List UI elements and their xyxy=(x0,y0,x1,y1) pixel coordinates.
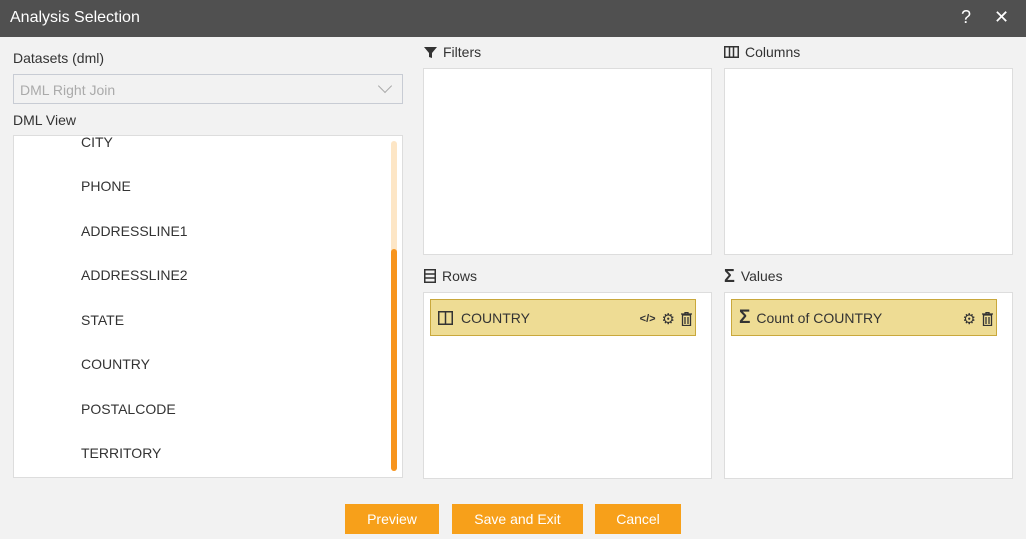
title-bar: Analysis Selection ? ✕ xyxy=(0,0,1026,37)
value-chip-count-country[interactable]: Σ Count of COUNTRY ⚙ xyxy=(731,299,997,336)
columns-icon xyxy=(724,46,739,58)
filters-header: Filters xyxy=(424,44,481,60)
filter-icon xyxy=(424,46,437,58)
rows-drop-zone[interactable]: COUNTRY </> ⚙ xyxy=(423,292,712,479)
code-icon[interactable]: </> xyxy=(640,313,656,325)
values-label: Values xyxy=(740,268,783,284)
list-item[interactable]: POSTALCODE xyxy=(81,401,176,417)
list-item[interactable]: PHONE xyxy=(81,178,131,194)
list-item[interactable]: ADDRESSLINE1 xyxy=(81,223,188,239)
filters-label: Filters xyxy=(443,44,482,60)
values-drop-zone[interactable]: Σ Count of COUNTRY ⚙ xyxy=(724,292,1013,479)
chip-label: COUNTRY xyxy=(461,309,530,326)
column-icon xyxy=(438,310,453,325)
list-item[interactable]: CITY xyxy=(81,136,113,150)
datasets-label: Datasets (dml) xyxy=(13,50,105,66)
gear-icon[interactable]: ⚙ xyxy=(963,310,976,328)
rows-header: Rows xyxy=(424,268,477,284)
scrollbar-thumb[interactable] xyxy=(391,249,397,471)
columns-drop-zone[interactable] xyxy=(724,68,1013,255)
sigma-icon: Σ xyxy=(739,306,751,328)
list-item[interactable]: TERRITORY xyxy=(81,445,161,461)
scrollbar-track[interactable] xyxy=(391,141,397,471)
rows-icon xyxy=(424,269,436,283)
trash-icon[interactable] xyxy=(681,312,692,326)
dialog-title: Analysis Selection xyxy=(10,9,140,26)
preview-button[interactable]: Preview xyxy=(345,504,439,534)
cancel-button[interactable]: Cancel xyxy=(595,504,681,534)
sigma-icon: Σ xyxy=(724,266,735,286)
chip-label: Count of COUNTRY xyxy=(756,309,883,326)
row-chip-country[interactable]: COUNTRY </> ⚙ xyxy=(430,299,696,336)
filters-drop-zone[interactable] xyxy=(423,68,712,255)
close-button[interactable]: ✕ xyxy=(994,7,1009,28)
gear-icon[interactable]: ⚙ xyxy=(662,310,675,328)
rows-label: Rows xyxy=(442,268,478,284)
columns-header: Columns xyxy=(724,44,800,60)
dataset-selected-value: DML Right Join xyxy=(20,82,116,98)
help-button[interactable]: ? xyxy=(961,7,971,28)
columns-label: Columns xyxy=(745,44,801,60)
dml-view-label: DML View xyxy=(13,112,77,128)
list-item[interactable]: ADDRESSLINE2 xyxy=(81,267,188,283)
dml-view-list: CITY PHONE ADDRESSLINE1 ADDRESSLINE2 STA… xyxy=(13,135,403,478)
values-header: Σ Values xyxy=(724,266,783,286)
dataset-select[interactable]: DML Right Join xyxy=(13,74,403,104)
save-and-exit-button[interactable]: Save and Exit xyxy=(452,504,583,534)
chevron-down-icon xyxy=(377,78,393,94)
list-item[interactable]: STATE xyxy=(81,312,124,328)
trash-icon[interactable] xyxy=(982,312,993,326)
list-item[interactable]: COUNTRY xyxy=(81,356,150,372)
